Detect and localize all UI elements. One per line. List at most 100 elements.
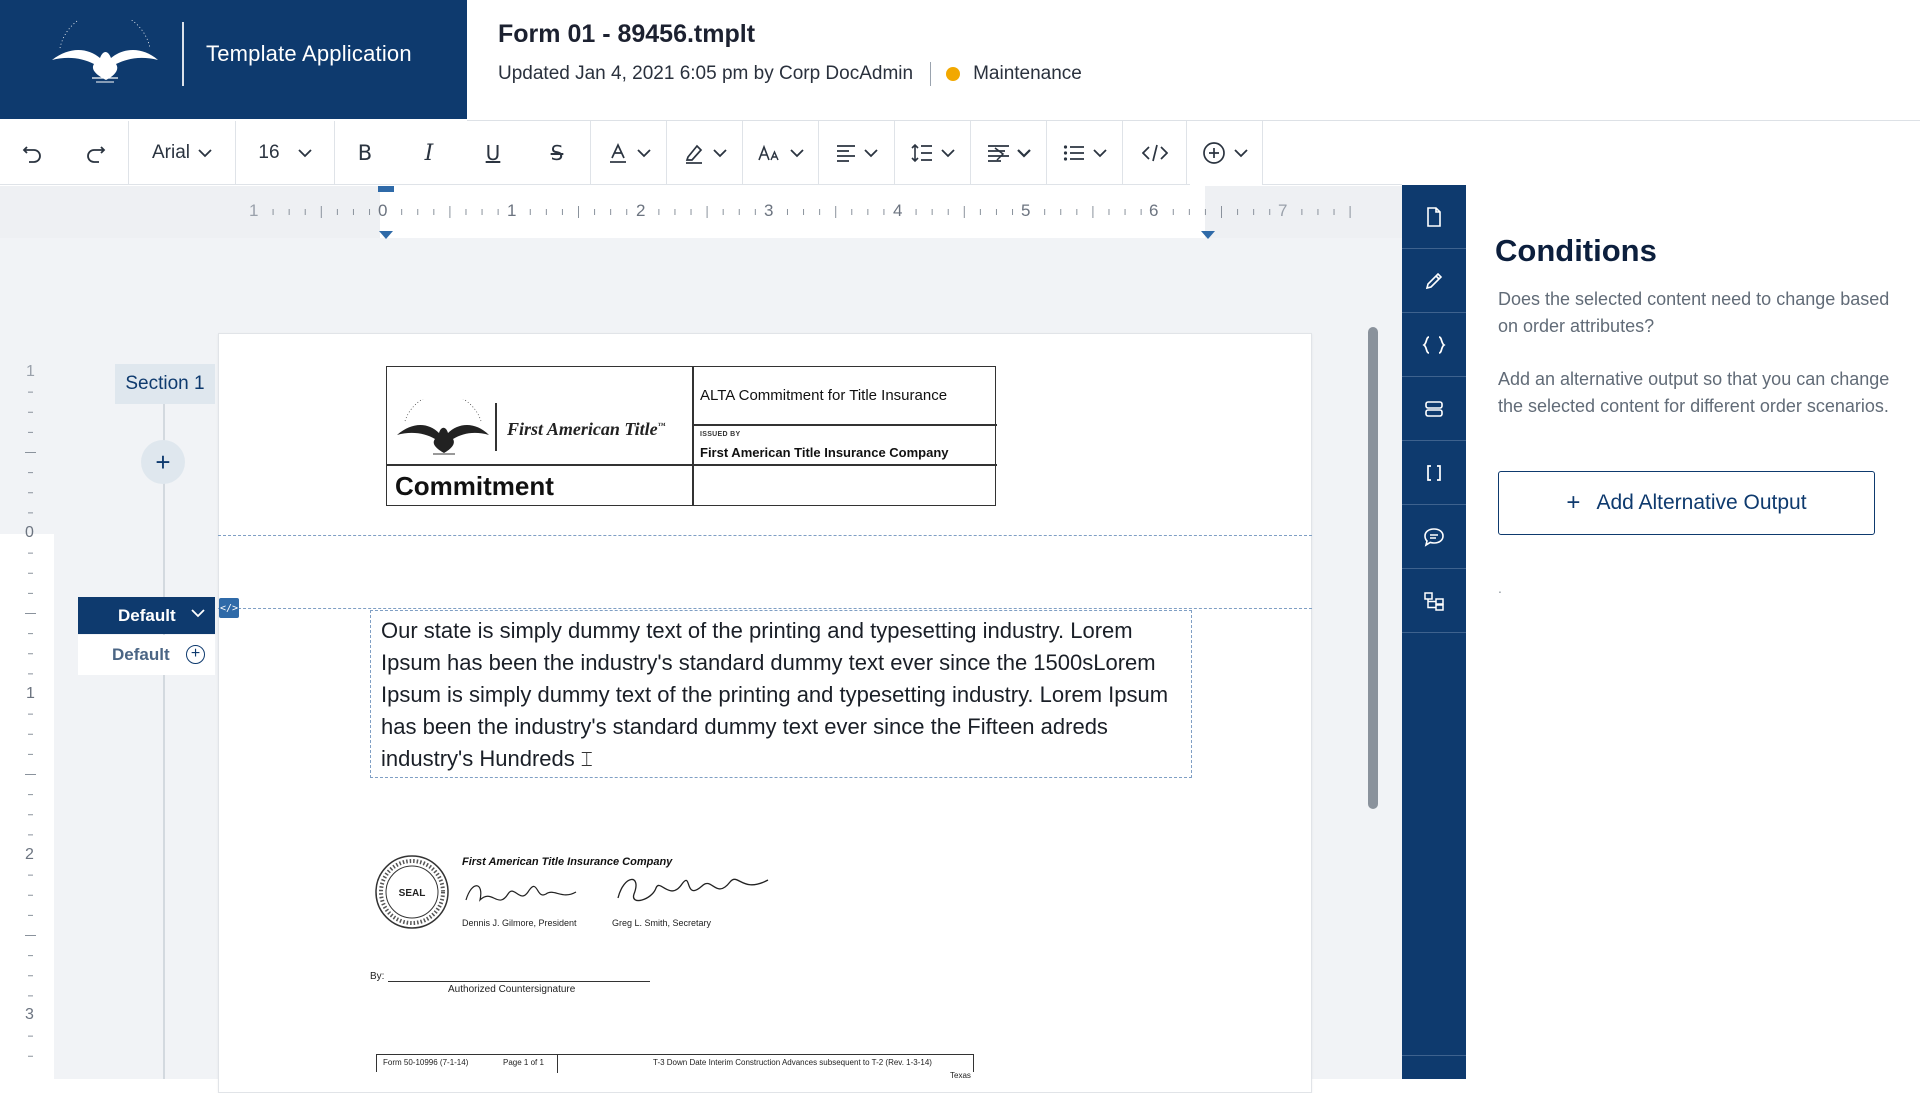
- form-description: T-3 Down Date Interim Construction Advan…: [653, 1058, 932, 1067]
- toolbar-divider: [334, 121, 335, 185]
- vertical-scrollbar[interactable]: [1368, 327, 1378, 809]
- ruler-right-indent-marker[interactable]: [1200, 230, 1216, 240]
- brand-divider: [182, 22, 184, 86]
- text-wrap-button[interactable]: [971, 121, 1046, 185]
- horizontal-ruler: 1 0 1 2 3 4 5 6 7: [0, 186, 1402, 240]
- redo-button[interactable]: [72, 121, 120, 185]
- ruler-label: 0: [378, 201, 388, 220]
- vertical-ruler: 1 0 1 2 3: [0, 238, 54, 1079]
- highlight-button[interactable]: [667, 121, 742, 185]
- variant-option[interactable]: Default +: [78, 635, 215, 675]
- text-wrap-icon: [987, 145, 1009, 162]
- chevron-down-icon: [1016, 148, 1031, 158]
- font-size-select[interactable]: 16: [236, 121, 334, 185]
- line-spacing-button[interactable]: [895, 121, 970, 185]
- editor-toolbar: Arial 16 B I U S: [0, 121, 1190, 185]
- editable-text-block[interactable]: Our state is simply dummy text of the pr…: [370, 610, 1192, 778]
- hierarchy-icon: [1424, 591, 1444, 611]
- bullet-list-icon: [1063, 145, 1084, 161]
- rail-conditions-button[interactable]: [1402, 441, 1466, 505]
- ruler-label: 3: [764, 201, 774, 220]
- ruler-label: 1: [249, 201, 259, 220]
- ruler-label: 6: [1149, 201, 1159, 220]
- eagle-logo-icon: [397, 399, 489, 455]
- add-section-button[interactable]: +: [141, 440, 185, 484]
- font-color-button[interactable]: [591, 121, 666, 185]
- status-badge: Maintenance: [973, 63, 1082, 84]
- ruler-left-margin-marker[interactable]: [378, 186, 394, 192]
- panel-title: Conditions: [1495, 233, 1657, 268]
- document-icon: [1427, 206, 1441, 227]
- rail-edit-button[interactable]: [1402, 249, 1466, 313]
- add-alternative-output-button[interactable]: + Add Alternative Output: [1498, 471, 1875, 535]
- chevron-down-icon: [198, 148, 212, 157]
- font-family-value: Arial: [151, 142, 190, 163]
- code-view-icon[interactable]: </>: [219, 598, 239, 618]
- bold-button[interactable]: B: [340, 121, 390, 185]
- variant-dropdown[interactable]: Default: [78, 597, 215, 634]
- plus-icon: +: [1566, 489, 1581, 516]
- rail-data-button[interactable]: [1402, 377, 1466, 441]
- eagle-logo-icon: [52, 20, 158, 83]
- conditions-panel: Conditions Does the selected content nee…: [1466, 185, 1920, 1079]
- rail-comments-button[interactable]: [1402, 505, 1466, 569]
- chevron-down-icon: [940, 148, 955, 157]
- pencil-icon: [1425, 272, 1443, 289]
- chevron-down-icon: [863, 148, 878, 157]
- ruler-label: 4: [893, 201, 903, 220]
- list-button[interactable]: [1047, 121, 1122, 185]
- ruler-label: 1: [507, 201, 517, 220]
- ruler-indent-marker[interactable]: [378, 230, 394, 240]
- ruler-label: 1: [26, 685, 35, 702]
- toolbar-divider: [1262, 121, 1263, 185]
- undo-button[interactable]: [8, 121, 56, 185]
- rail-footer: [1402, 1055, 1466, 1079]
- side-rail: [1402, 185, 1466, 1079]
- text-case-button[interactable]: [743, 121, 818, 185]
- panel-description: Does the selected content need to change…: [1498, 289, 1890, 336]
- form-footer: Form 50-10996 (7-1-14) Page 1 of 1 T-3 D…: [376, 1054, 974, 1073]
- ruler-label: 2: [636, 201, 646, 220]
- brackets-icon: [1427, 464, 1441, 481]
- section-boundary: [218, 608, 1312, 609]
- variant-selected-label: Default: [118, 605, 176, 625]
- signature-gilmore-icon: [465, 885, 577, 902]
- underline-button[interactable]: U: [468, 121, 518, 185]
- italic-button[interactable]: I: [404, 121, 454, 185]
- text-cursor-icon: ⌶: [580, 749, 593, 771]
- chevron-down-icon: [191, 609, 205, 618]
- strikethrough-button[interactable]: S: [532, 121, 582, 185]
- font-size-value: 16: [258, 142, 280, 163]
- text-size-icon: [757, 144, 779, 161]
- panel-help-text: Add an alternative output so that you ca…: [1498, 369, 1890, 416]
- rail-document-button[interactable]: [1402, 185, 1466, 249]
- secretary-name: Greg L. Smith, Secretary: [612, 918, 712, 928]
- undo-icon: [22, 146, 41, 163]
- alta-header-image: First American Title™ Commitment ALTA Co…: [386, 366, 997, 506]
- signature-block: SEAL First American Title Insurance Comp…: [370, 848, 790, 938]
- document-header: Form 01 - 89456.tmplt Updated Jan 4, 202…: [498, 20, 1082, 86]
- chevron-down-icon: [712, 148, 727, 157]
- rail-variables-button[interactable]: [1402, 313, 1466, 377]
- insert-button[interactable]: [1187, 121, 1262, 185]
- ruler-label: 1: [26, 363, 35, 380]
- chevron-down-icon: [636, 148, 651, 157]
- chevron-down-icon: [789, 148, 804, 157]
- add-alternative-output-label: Add Alternative Output: [1596, 491, 1807, 514]
- ruler-label: 7: [1278, 201, 1288, 220]
- source-code-button[interactable]: [1123, 121, 1186, 185]
- rail-structure-button[interactable]: [1402, 569, 1466, 633]
- page-count: Page 1 of 1: [503, 1058, 544, 1067]
- signature-line: [388, 981, 650, 982]
- ruler-label: 5: [1021, 201, 1031, 220]
- document-meta: Updated Jan 4, 2021 6:05 pm by Corp DocA…: [498, 62, 1082, 86]
- brand-header: Template Application: [0, 0, 467, 119]
- app-name: Template Application: [206, 41, 412, 66]
- section-tag[interactable]: Section 1: [115, 364, 215, 404]
- comment-icon: [1424, 527, 1444, 547]
- add-variant-icon[interactable]: +: [186, 645, 205, 664]
- plus-icon: +: [155, 446, 171, 477]
- font-family-select[interactable]: Arial: [129, 121, 235, 185]
- document-title: Form 01 - 89456.tmplt: [498, 20, 756, 48]
- align-button[interactable]: [819, 121, 894, 185]
